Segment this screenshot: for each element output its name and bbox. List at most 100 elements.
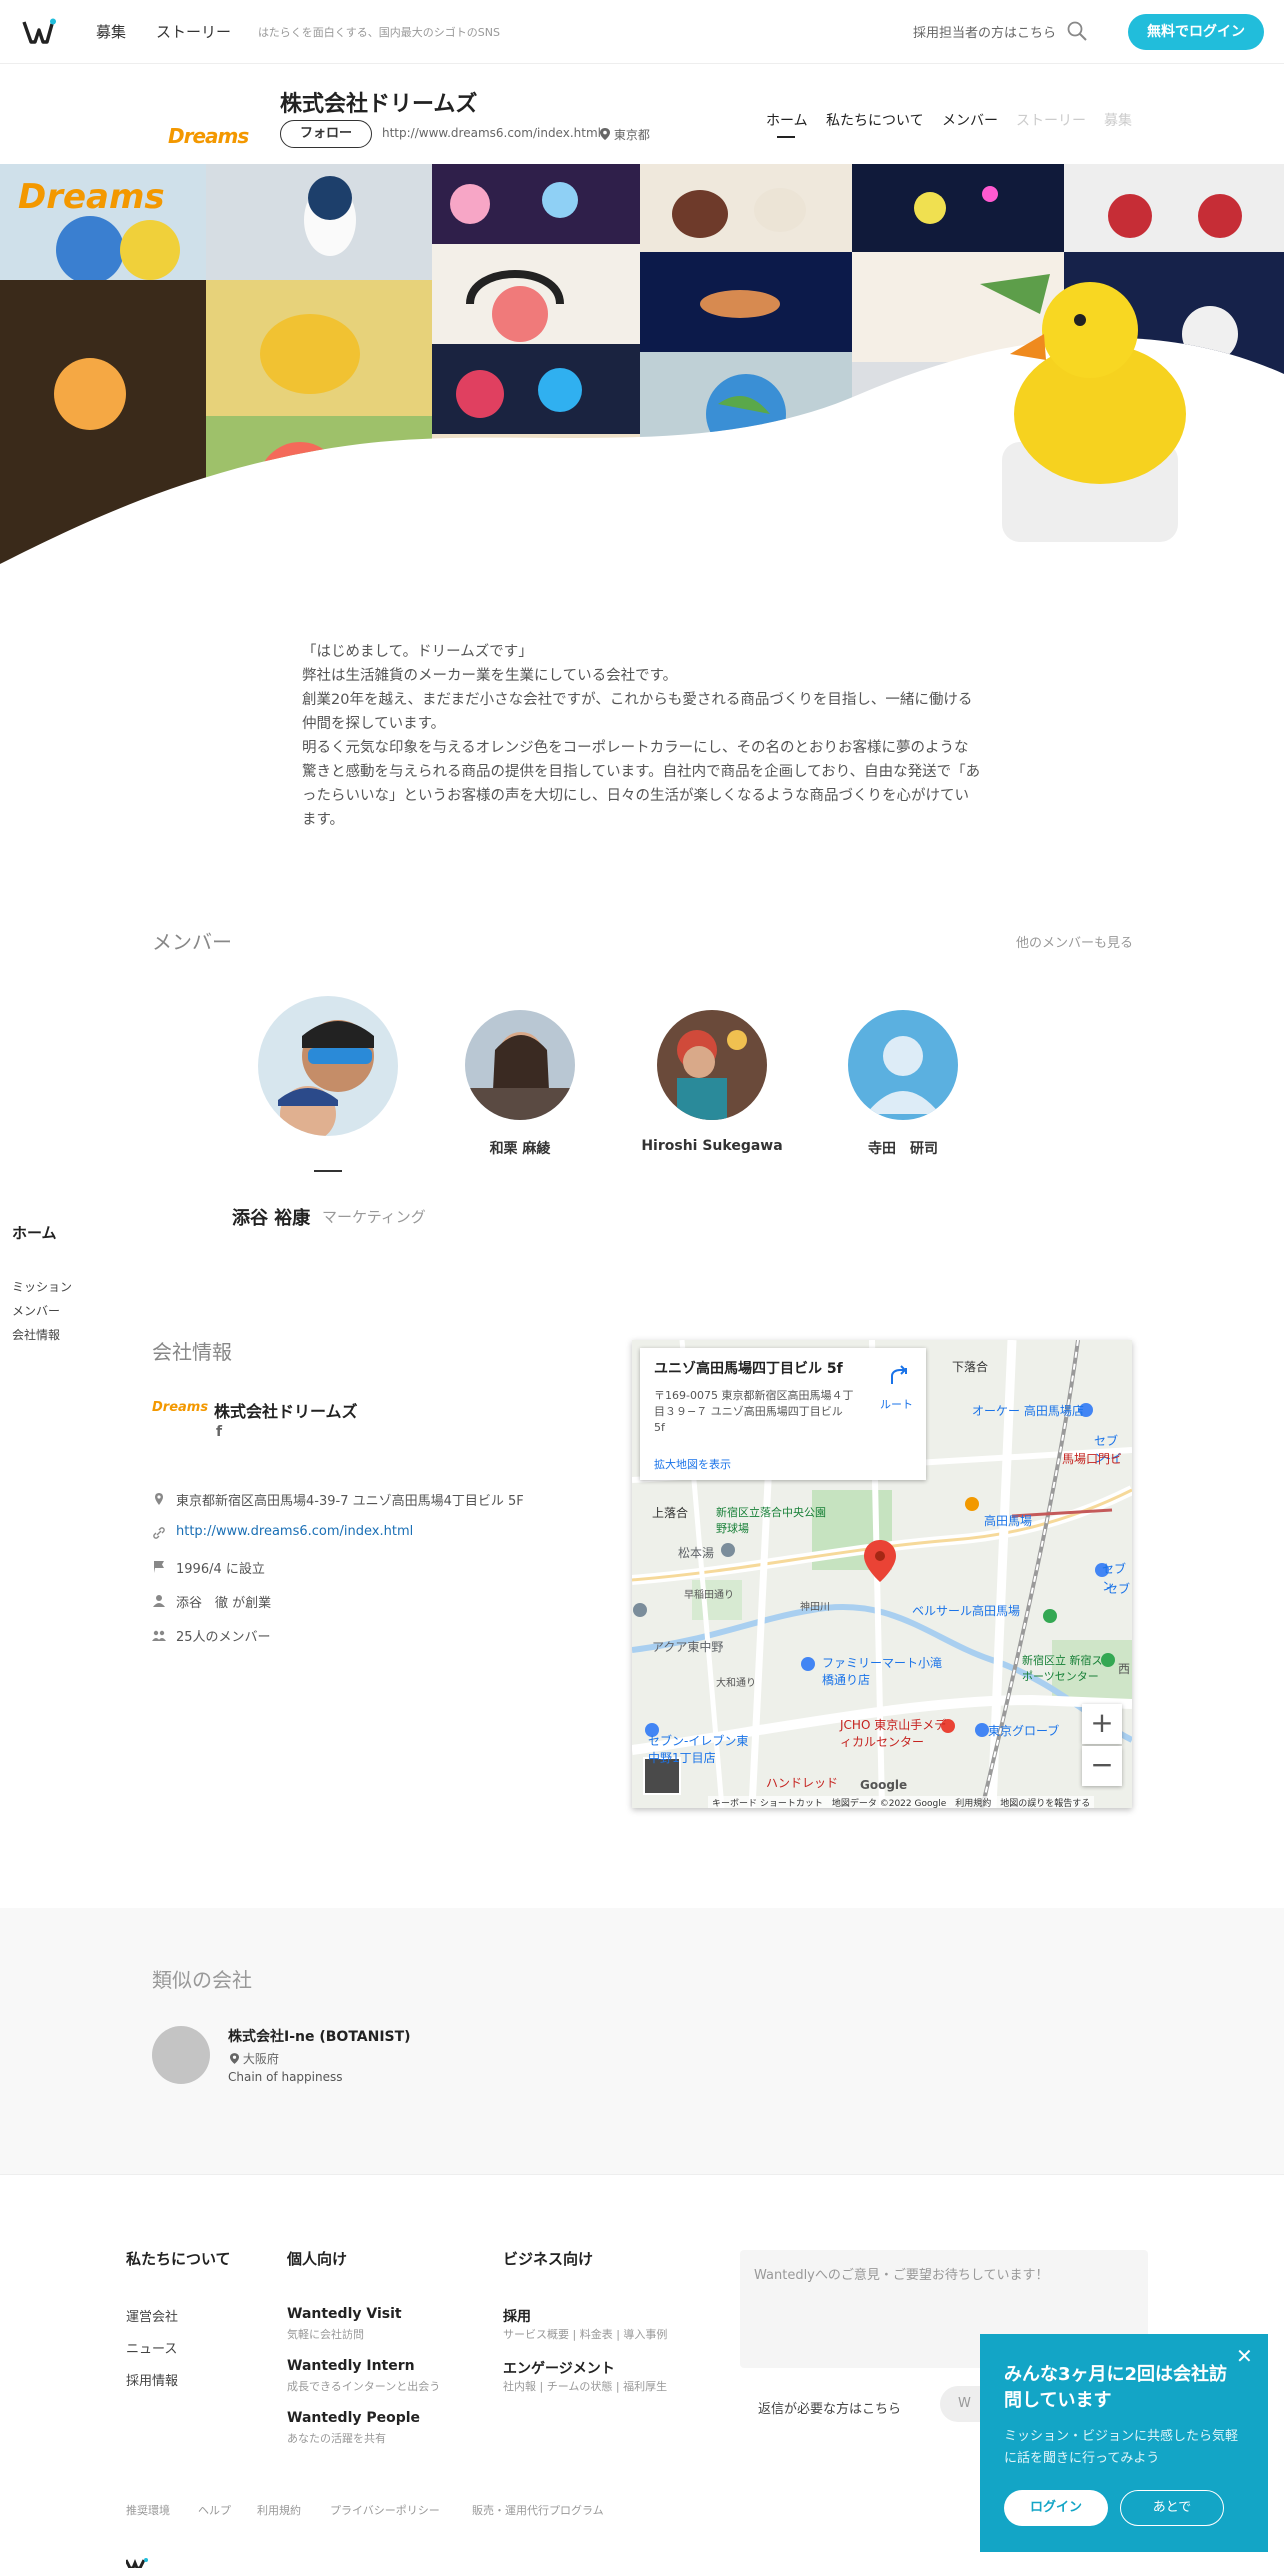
login-button[interactable]: 無料でログイン — [1128, 14, 1264, 50]
member-avatar-placeholder[interactable] — [848, 1010, 958, 1120]
map-place-address: 〒169-0075 東京都新宿区高田馬場４丁目３９−７ ユニゾ高田馬場四丁目ビル… — [654, 1389, 854, 1434]
member-photo — [258, 996, 398, 1136]
google-map[interactable]: 下落合 オーケー 高田馬場店 セブン-イ 馬場口門ビ 上落合 新宿区立落合中央公… — [632, 1340, 1132, 1808]
footer-link[interactable]: 採用情報 — [126, 2370, 178, 2389]
intro-line: 明るく元気な印象を与えるオレンジ色をコーポレートカラーにし、その名のとおりお客様… — [302, 740, 981, 828]
company-info-name: 株式会社ドリームズ — [214, 1402, 358, 1421]
company-logo-text: Dreams — [168, 124, 249, 148]
selected-member-indicator — [314, 1170, 342, 1172]
link-icon — [153, 1527, 165, 1539]
more-members-link[interactable]: 他のメンバーも見る — [1016, 932, 1133, 951]
site-tagline: はたらくを面白くする、国内最大のシゴトのSNS — [258, 26, 500, 39]
footer-link[interactable]: Wantedly People — [287, 2410, 420, 2426]
popup-subtitle: ミッション・ビジョンに共感したら気軽に話を聞きに行ってみよう — [1004, 2429, 1239, 2466]
side-nav-home[interactable]: ホーム — [12, 1222, 57, 1243]
company-founded: 1996/4 に設立 — [176, 1562, 265, 1577]
similar-companies-section: 類似の会社 株式会社I-ne (BOTANIST) 大阪府 Chain of h… — [0, 1908, 1284, 2174]
footer-link[interactable]: 採用 — [503, 2306, 531, 2326]
map-label: オーケー 高田馬場店 — [972, 1404, 1084, 1418]
map-label: 神田川 — [800, 1602, 830, 1613]
member-name[interactable]: 和栗 麻綾 — [420, 1138, 620, 1158]
map-label: 東京グローブ — [988, 1724, 1060, 1738]
footer-wantedly-logo-icon — [126, 2558, 148, 2568]
side-nav-members[interactable]: メンバー — [12, 1302, 60, 1319]
footer-sub[interactable]: 社内報 | チームの状態 | 福利厚生 — [503, 2378, 667, 2394]
member-name[interactable]: 寺田 研司 — [803, 1138, 1003, 1158]
person-icon — [153, 1595, 165, 1607]
footer-personal-heading: 個人向け — [287, 2250, 348, 2268]
cover-banner: Dreams — [0, 164, 1284, 564]
company-info-title: 会社情報 — [152, 1340, 232, 1364]
footer-link[interactable]: Wantedly Visit — [287, 2306, 402, 2322]
popup-later-button[interactable]: あとで — [1120, 2490, 1224, 2526]
company-name: 株式会社ドリームズ — [280, 92, 478, 117]
follow-button[interactable]: フォロー — [280, 120, 372, 148]
company-address: 東京都新宿区高田馬場4-39-7 ユニゾ高田馬場4丁目ビル 5F — [176, 1494, 524, 1509]
intro-line: 「はじめまして。ドリームズです」 — [302, 644, 533, 660]
intro-line: 弊社は生活雑貨のメーカー業を生業にしている会社です。 — [302, 668, 678, 684]
directions-icon[interactable] — [888, 1364, 910, 1386]
company-url-link[interactable]: http://www.dreams6.com/index.html — [382, 126, 601, 140]
footer-link[interactable]: ニュース — [126, 2338, 177, 2357]
popup-title: みんな3ヶ月に2回は会社訪問しています — [1004, 2364, 1228, 2411]
map-label: 馬場口門ビ — [1062, 1452, 1123, 1466]
for-recruiters-link[interactable]: 採用担当者の方はこちら — [913, 22, 1056, 41]
company-location-text: 東京都 — [613, 128, 650, 142]
map-attribution[interactable]: キーボード ショートカット 地図データ ©2022 Google 利用規約 地図… — [708, 1796, 1095, 1808]
search-icon[interactable] — [1066, 20, 1088, 42]
member-avatar-selected[interactable] — [258, 996, 398, 1136]
map-larger-link[interactable]: 拡大地図を表示 — [654, 1456, 731, 1472]
map-zoom-out-button[interactable]: − — [1082, 1746, 1122, 1786]
similar-company-avatar[interactable] — [152, 2026, 210, 2084]
tab-stories[interactable]: ストーリー — [1016, 110, 1086, 130]
reply-label: 返信が必要な方はこちら — [758, 2402, 902, 2417]
tab-jobs[interactable]: 募集 — [1104, 110, 1132, 130]
map-label: 高田馬場 — [984, 1514, 1033, 1528]
facebook-icon[interactable]: f — [216, 1424, 222, 1440]
flag-icon — [154, 1561, 164, 1573]
footer-legal-link[interactable]: ヘルプ — [198, 2502, 231, 2518]
nav-stories-link[interactable]: ストーリー — [156, 21, 231, 42]
side-nav-company-info[interactable]: 会社情報 — [12, 1326, 60, 1343]
footer-legal-link[interactable]: 推奨環境 — [126, 2502, 170, 2518]
map-label: 早稲田通り — [684, 1590, 734, 1601]
member-avatar[interactable] — [465, 1010, 575, 1120]
tab-about[interactable]: 私たちについて — [826, 110, 924, 130]
map-label: 上落合 — [652, 1506, 689, 1520]
footer-business-heading: ビジネス向け — [503, 2250, 594, 2268]
location-pin-icon — [230, 2053, 239, 2064]
tab-home[interactable]: ホーム — [766, 110, 808, 130]
top-navbar: 募集 ストーリー はたらくを面白くする、国内最大のシゴトのSNS 採用担当者の方… — [0, 0, 1284, 64]
map-route-link[interactable]: ルート — [880, 1396, 913, 1412]
footer-link[interactable]: 運営会社 — [126, 2306, 178, 2325]
footer-legal-link[interactable]: 利用規約 — [257, 2502, 301, 2518]
popup-login-button[interactable]: ログイン — [1004, 2490, 1108, 2526]
banner-logo-text: Dreams — [18, 177, 165, 217]
default-user-icon — [848, 1010, 958, 1120]
side-nav-mission[interactable]: ミッション — [12, 1278, 72, 1295]
company-info-url-link[interactable]: http://www.dreams6.com/index.html — [176, 1524, 413, 1539]
member-photo — [657, 1010, 767, 1120]
footer-sub[interactable]: サービス概要 | 料金表 | 導入事例 — [503, 2326, 667, 2342]
company-member-count: 25人のメンバー — [176, 1630, 271, 1645]
map-label: ハンドレッド — [766, 1776, 839, 1790]
member-name[interactable]: Hiroshi Sukegawa — [612, 1138, 812, 1154]
nav-jobs-link[interactable]: 募集 — [96, 21, 126, 42]
map-label: 大和通り — [716, 1678, 756, 1689]
footer-link[interactable]: エンゲージメント — [503, 2358, 615, 2378]
similar-company-location: 大阪府 — [230, 2050, 279, 2067]
member-avatar[interactable] — [657, 1010, 767, 1120]
footer-link[interactable]: Wantedly Intern — [287, 2358, 415, 2374]
footer-legal-link[interactable]: プライバシーポリシー — [330, 2502, 440, 2518]
map-label: JCHO 東京山手メディカルセンター — [840, 1718, 947, 1749]
similar-company-description: Chain of happiness — [228, 2070, 343, 2084]
wantedly-logo-icon[interactable] — [22, 18, 56, 46]
similar-company-name[interactable]: 株式会社I-ne (BOTANIST) — [228, 2026, 411, 2046]
cover-collage-image: Dreams — [0, 164, 1284, 564]
feedback-placeholder: Wantedlyへのご意見・ご要望お待ちしています！ — [754, 2268, 1049, 2283]
map-label: ファミリーマート小滝橋通り店 — [822, 1656, 943, 1687]
footer-legal-link[interactable]: 販売・運用代行プログラム — [472, 2502, 604, 2518]
tab-members[interactable]: メンバー — [942, 110, 998, 130]
footer-sub: 気軽に会社訪問 — [287, 2328, 364, 2341]
map-zoom-in-button[interactable]: + — [1082, 1704, 1122, 1744]
